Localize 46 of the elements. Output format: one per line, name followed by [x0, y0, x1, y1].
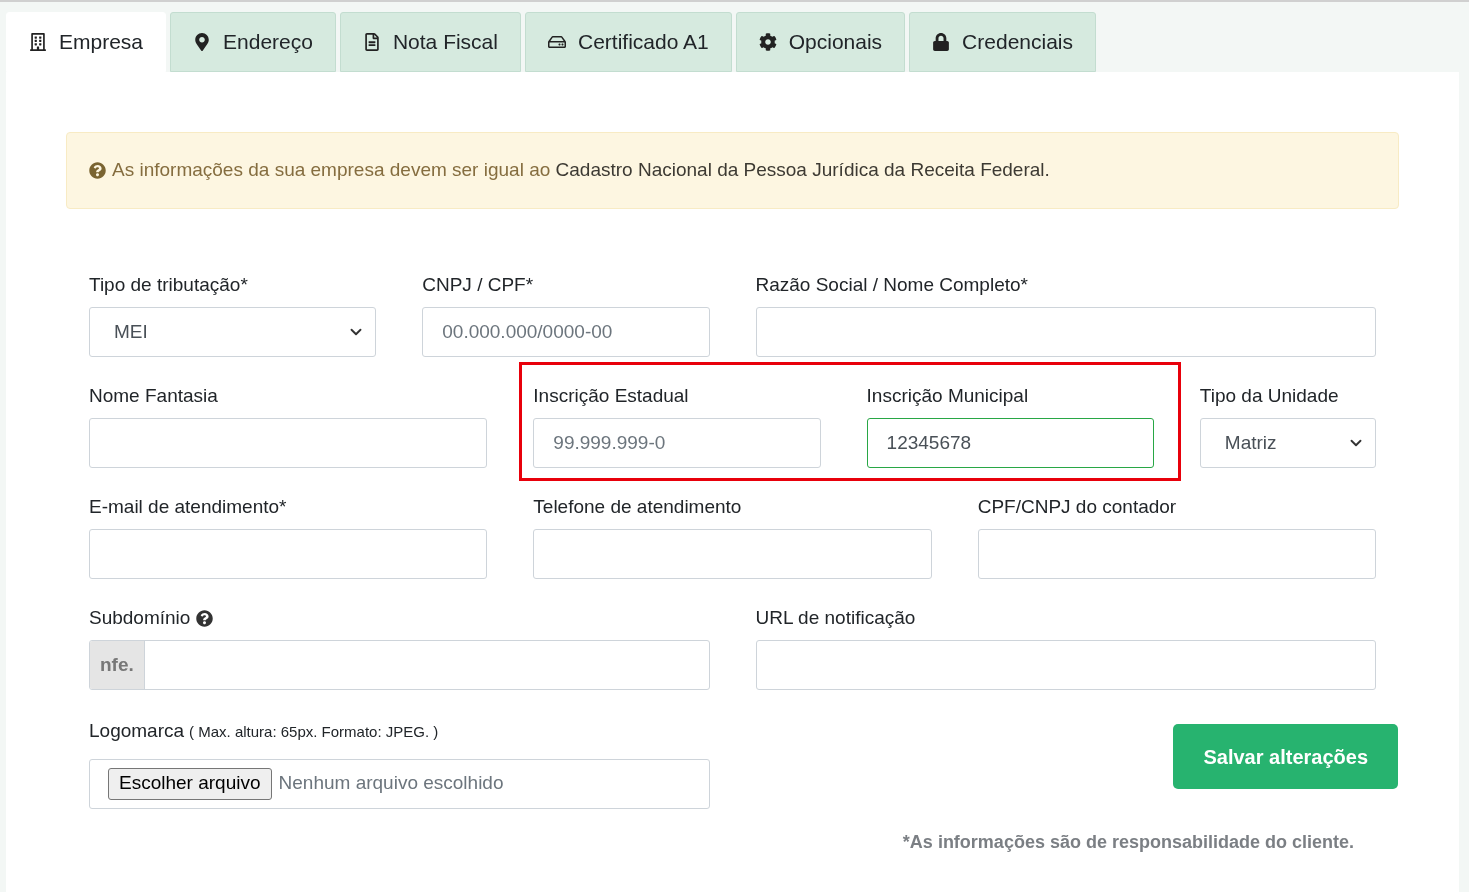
gear-icon: [758, 33, 777, 51]
addon-label: nfe.: [90, 641, 145, 689]
help-icon[interactable]: [196, 609, 214, 627]
input-group[interactable]: nfe.: [89, 640, 710, 690]
field-label: Logomarca: [89, 719, 185, 743]
input-field[interactable]: 12345678: [866, 418, 1154, 468]
field-label: Subdomínio: [89, 605, 191, 630]
select-field[interactable]: Matriz: [1199, 418, 1376, 468]
tab[interactable]: Nota Fiscal: [339, 12, 521, 72]
drive-icon: [547, 33, 566, 51]
map-pin-icon: [193, 33, 212, 51]
footnote: *As informações são de responsabilidade do cliente.: [902, 831, 1354, 854]
input-field[interactable]: [977, 529, 1376, 579]
field-label: Tipo de tributação*: [89, 272, 248, 297]
tab[interactable]: Empresa: [6, 12, 167, 72]
input-field[interactable]: 00.000.000/0000-00: [422, 307, 710, 357]
select-field[interactable]: MEI: [89, 307, 377, 357]
tab[interactable]: Opcionais: [735, 12, 906, 72]
label-hint: ( Max. altura: 65px. Formato: JPEG. ): [189, 722, 439, 742]
file-input[interactable]: Escolher arquivo Nenhum arquivo escolhido: [89, 758, 710, 809]
field-label: CNPJ / CPF*: [422, 272, 534, 297]
field-label: Telefone de atendimento: [533, 494, 742, 519]
document-icon: [362, 33, 381, 51]
input-field[interactable]: [755, 640, 1376, 690]
field-label: Razão Social / Nome Completo*: [755, 272, 1028, 297]
field-label: CPF/CNPJ do contador: [977, 494, 1177, 519]
field-label: Inscrição Municipal: [866, 383, 1029, 408]
choose-file-button[interactable]: Escolher arquivo: [108, 767, 272, 800]
field-label: Tipo da Unidade: [1199, 383, 1339, 408]
input-field[interactable]: [755, 307, 1376, 357]
alert-message: As informações da sua empresa devem ser igual ao Cadastro Nacional da Pessoa Jurídica da Receita Federal.: [112, 158, 1050, 183]
field-label: Nome Fantasia: [89, 383, 218, 408]
lock-icon: [932, 33, 951, 51]
field-label: E-mail de atendimento*: [89, 494, 287, 519]
input-field[interactable]: [89, 529, 488, 579]
tab[interactable]: Endereço: [170, 12, 336, 72]
input-field[interactable]: [533, 529, 932, 579]
tab[interactable]: Certificado A1: [524, 12, 732, 72]
input-field[interactable]: 99.999.999-0: [533, 418, 821, 468]
building-icon: [29, 33, 47, 51]
help-icon: [89, 162, 106, 179]
tab[interactable]: Credenciais: [909, 12, 1096, 72]
field-label: URL de notificação: [755, 605, 916, 630]
file-status: Nenhum arquivo escolhido: [278, 771, 504, 796]
input-field[interactable]: [89, 418, 488, 468]
field-label: Inscrição Estadual: [533, 383, 689, 408]
